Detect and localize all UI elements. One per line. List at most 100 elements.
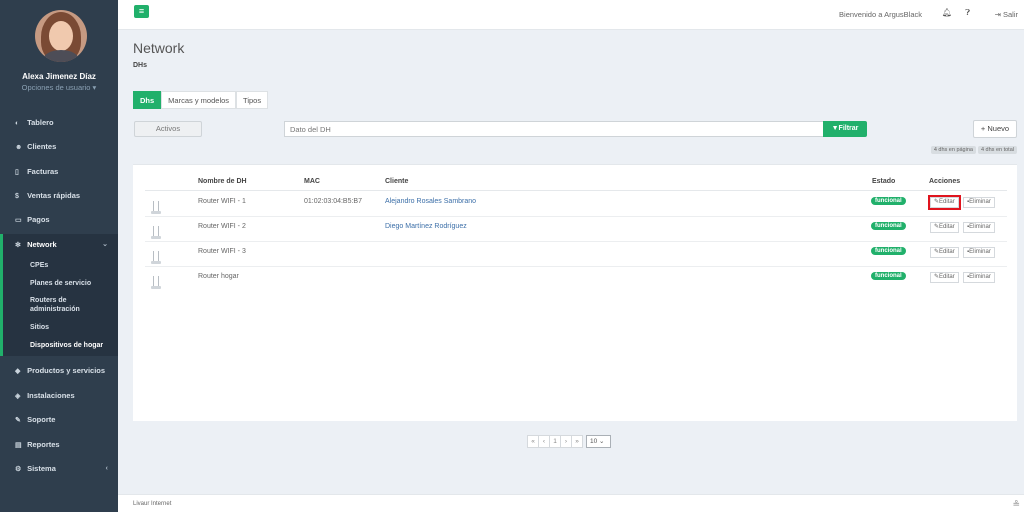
status-badge: funcional <box>871 272 906 280</box>
sidebar-item-label: Instalaciones <box>27 391 75 400</box>
chevron-down-icon: ⌄ <box>102 241 108 248</box>
delete-button[interactable]: ▪Eliminar <box>963 247 995 258</box>
tabs: Dhs Marcas y modelos Tipos <box>133 91 269 109</box>
row-divider <box>145 266 1007 267</box>
sidebar-item-reportes[interactable]: ▤ Reportes <box>0 434 118 456</box>
user-options-link[interactable]: Opciones de usuario ▾ <box>0 83 118 92</box>
logout-link[interactable]: ⇥ Salir <box>995 10 1018 19</box>
network-icon: ✻ <box>15 242 21 249</box>
sidebar-item-sistema[interactable]: ⚙ Sistema ‹ <box>0 458 118 480</box>
count-total-badge: 4 dhs en total <box>977 146 1017 154</box>
sidebar-item-label: Tablero <box>27 118 54 127</box>
sidebar-item-productos[interactable]: ◆ Productos y servicios <box>0 360 118 382</box>
tab-tipos[interactable]: Tipos <box>236 91 269 109</box>
delete-label: Eliminar <box>969 274 991 280</box>
submenu-item-cpes[interactable]: CPEs <box>30 261 48 270</box>
pagination: « ‹ 1 › » 10 ⌄ <box>527 435 611 448</box>
new-button[interactable]: + Nuevo <box>973 120 1017 138</box>
sign-out-icon: ⇥ <box>994 10 1001 19</box>
tab-marcas-modelos[interactable]: Marcas y modelos <box>161 91 237 109</box>
money-icon: ▭ <box>15 217 22 224</box>
edit-button[interactable]: ✎Editar <box>928 195 961 210</box>
bell-icon[interactable]: 🔔︎ <box>942 8 952 17</box>
row-mac: 01:02:03:04:B5:B7 <box>304 198 362 205</box>
row-name: Router WIFI - 1 <box>198 198 246 205</box>
status-badge: funcional <box>871 222 906 230</box>
submenu-item-dispositivos[interactable]: Dispositivos de hogar <box>30 341 103 350</box>
sidebar-item-ventas[interactable]: $ Ventas rápidas <box>0 185 118 207</box>
logout-label: Salir <box>1002 10 1018 19</box>
search-input[interactable] <box>284 121 824 137</box>
dashboard-icon: ◐ <box>15 120 20 127</box>
router-icon <box>151 250 161 264</box>
submenu-item-sitios[interactable]: Sitios <box>30 323 49 332</box>
filter-icon: ▼ <box>831 125 839 132</box>
tag-icon: ◆ <box>15 368 21 375</box>
users-icon: ☻ <box>15 144 23 151</box>
status-filter-button[interactable]: Activos <box>134 121 202 137</box>
submenu-item-planes[interactable]: Planes de servicio <box>30 279 91 288</box>
column-header-client: Cliente <box>385 178 409 185</box>
delete-label: Eliminar <box>969 224 991 230</box>
sidebar-item-label: Network <box>27 240 57 249</box>
delete-button[interactable]: ▪Eliminar <box>963 197 995 208</box>
chevron-left-icon: ‹ <box>105 465 108 472</box>
delete-label: Eliminar <box>969 199 991 205</box>
menu-toggle-button[interactable]: ≡ <box>134 5 149 18</box>
sidebar-item-label: Clientes <box>27 142 57 151</box>
compass-icon: ◈ <box>15 393 21 400</box>
welcome-text: Bienvenido a ArgusBlack <box>839 10 922 19</box>
sidebar-item-label: Ventas rápidas <box>27 191 81 200</box>
submenu-item-routers[interactable]: Routers de administración <box>30 296 80 314</box>
table-header-divider <box>145 190 1007 191</box>
edit-button[interactable]: ✎Editar <box>930 272 959 283</box>
sidebar: Alexa Jimenez Díaz Opciones de usuario ▾… <box>0 0 118 512</box>
per-page-select[interactable]: 10 ⌄ <box>586 435 611 448</box>
sidebar-item-label: Reportes <box>27 440 60 449</box>
row-name: Router hogar <box>198 273 239 280</box>
tab-dhs[interactable]: Dhs <box>133 91 162 109</box>
row-divider <box>145 241 1007 242</box>
delete-button[interactable]: ▪Eliminar <box>963 222 995 233</box>
submenu-item-label: administración <box>30 306 80 313</box>
footer-text: Livaur Internet <box>133 501 172 507</box>
sidebar-item-tablero[interactable]: ◐ Tablero <box>0 112 118 134</box>
column-header-status: Estado <box>872 178 896 185</box>
sidebar-item-label: Soporte <box>27 415 56 424</box>
submenu-item-label: Routers de <box>30 297 67 304</box>
sidebar-item-label: Pagos <box>27 215 50 224</box>
chevron-down-icon: ⌄ <box>599 438 605 445</box>
avatar[interactable] <box>35 10 87 62</box>
edit-label: Editar <box>939 274 955 280</box>
edit-button[interactable]: ✎Editar <box>930 247 959 258</box>
sidebar-item-instalaciones[interactable]: ◈ Instalaciones <box>0 385 118 407</box>
new-label: Nuevo <box>987 124 1010 133</box>
per-page-value: 10 <box>590 438 598 445</box>
cogs-icon: ⚙ <box>15 466 22 473</box>
sidebar-item-pagos[interactable]: ▭ Pagos <box>0 209 118 231</box>
row-client-link[interactable]: Diego Martínez Rodríguez <box>385 223 467 230</box>
status-badge: funcional <box>871 197 906 205</box>
sidebar-item-label: Facturas <box>27 167 59 176</box>
column-header-actions: Acciones <box>929 178 961 185</box>
row-client-link[interactable]: Alejandro Rosales Sambrano <box>385 198 476 205</box>
sidebar-item-facturas[interactable]: ▯ Facturas <box>0 161 118 183</box>
delete-button[interactable]: ▪Eliminar <box>963 272 995 283</box>
filter-button[interactable]: ▼Filtrar <box>823 121 867 137</box>
edit-label: Editar <box>939 224 955 230</box>
help-icon[interactable]: ❓︎ <box>965 8 970 18</box>
last-page-button[interactable]: » <box>571 435 583 448</box>
sidebar-item-soporte[interactable]: ✎ Soporte <box>0 409 118 431</box>
wrench-icon: ✎ <box>15 417 21 424</box>
sidebar-item-label: Sistema <box>27 464 56 473</box>
router-icon <box>151 200 161 214</box>
edit-label: Editar <box>939 199 955 205</box>
status-badge: funcional <box>871 247 906 255</box>
column-header-mac: MAC <box>304 178 320 185</box>
edit-button[interactable]: ✎Editar <box>930 222 959 233</box>
sidebar-item-clientes[interactable]: ☻ Clientes <box>0 136 118 158</box>
dollar-icon: $ <box>15 193 19 200</box>
column-header-name: Nombre de DH <box>198 178 247 185</box>
sidebar-item-network[interactable]: ✻ Network ⌄ <box>0 234 118 256</box>
router-icon <box>151 225 161 239</box>
